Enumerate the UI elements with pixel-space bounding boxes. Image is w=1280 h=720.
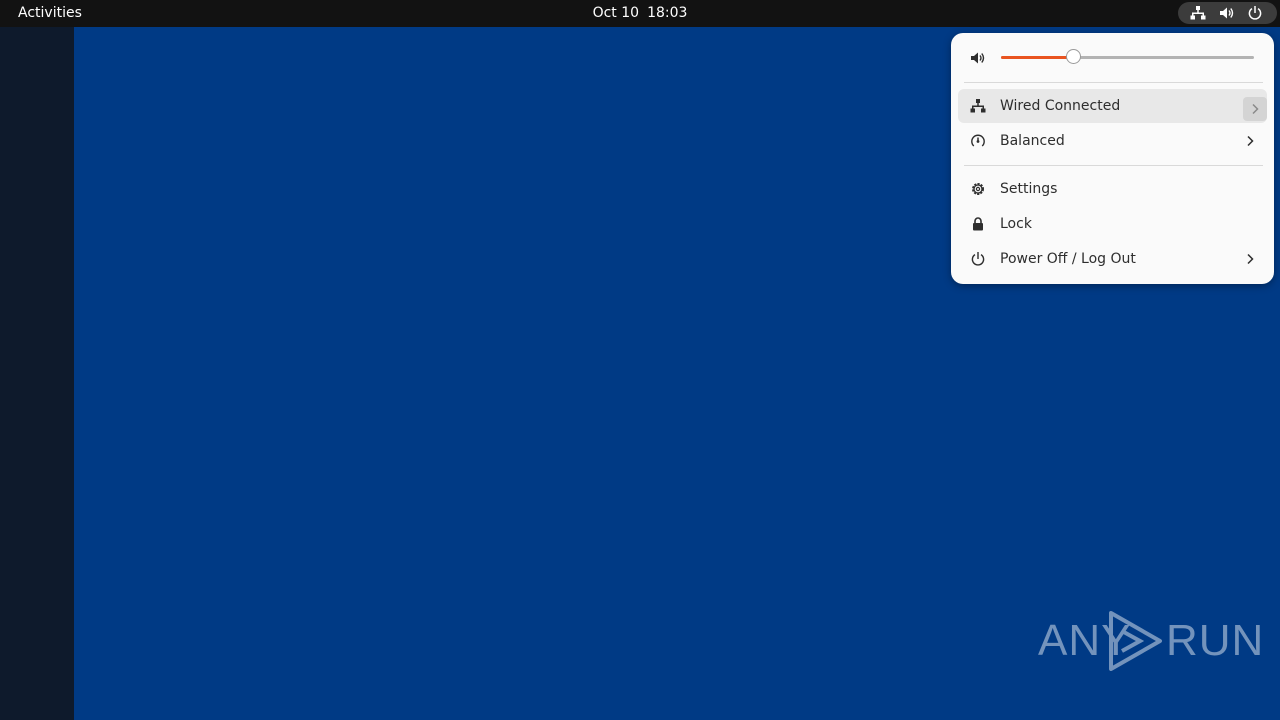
- clock-date: Oct 10: [592, 5, 640, 21]
- menu-item-power-off-log-out[interactable]: Power Off / Log Out: [958, 242, 1267, 276]
- menu-item-wired-connected[interactable]: Wired Connected: [958, 89, 1267, 123]
- volume-icon: [971, 52, 985, 64]
- quick-settings-menu: Wired Connected Balanced Settings Lock P…: [951, 33, 1274, 284]
- wired-submenu-button[interactable]: [1243, 97, 1267, 121]
- watermark-text-right: RUN: [1166, 616, 1265, 665]
- chevron-right-icon: [1247, 253, 1254, 265]
- power-icon: [971, 252, 985, 266]
- network-wired-icon: [970, 99, 986, 113]
- menu-separator: [964, 82, 1263, 83]
- lock-icon: [973, 217, 983, 231]
- menu-item-balanced[interactable]: Balanced: [958, 124, 1267, 158]
- menu-item-label: Lock: [1000, 216, 1032, 232]
- volume-slider[interactable]: [1001, 49, 1254, 64]
- gear-icon: [972, 183, 984, 195]
- menu-item-label: Balanced: [1000, 133, 1065, 149]
- menu-item-label: Wired Connected: [1000, 98, 1121, 114]
- anyrun-watermark: ANY RUN: [1038, 608, 1263, 674]
- chevron-right-icon: [1252, 103, 1259, 115]
- menu-item-lock[interactable]: Lock: [958, 207, 1267, 241]
- volume-slider-handle[interactable]: [1066, 49, 1082, 64]
- menu-item-label: Settings: [1000, 181, 1058, 197]
- top-bar: Activities Oct 10 18:03: [0, 0, 1280, 27]
- power-icon: [1248, 6, 1262, 20]
- network-wired-icon: [1190, 6, 1206, 20]
- volume-icon: [1220, 7, 1234, 19]
- desktop[interactable]: Activities Oct 10 18:03 Wired Connected …: [0, 0, 1280, 720]
- menu-separator: [964, 165, 1263, 166]
- play-logo-icon: [1109, 611, 1162, 671]
- menu-item-settings[interactable]: Settings: [958, 172, 1267, 206]
- menu-item-label: Power Off / Log Out: [1000, 251, 1136, 267]
- system-tray-button[interactable]: [1178, 2, 1277, 24]
- dock: [0, 27, 74, 720]
- volume-row: [951, 43, 1274, 73]
- clock-time: 18:03: [647, 5, 688, 21]
- volume-slider-fill: [1001, 56, 1075, 59]
- chevron-right-icon: [1247, 135, 1254, 147]
- power-profile-icon: [971, 134, 985, 147]
- clock-button[interactable]: Oct 10 18:03: [0, 4, 1280, 22]
